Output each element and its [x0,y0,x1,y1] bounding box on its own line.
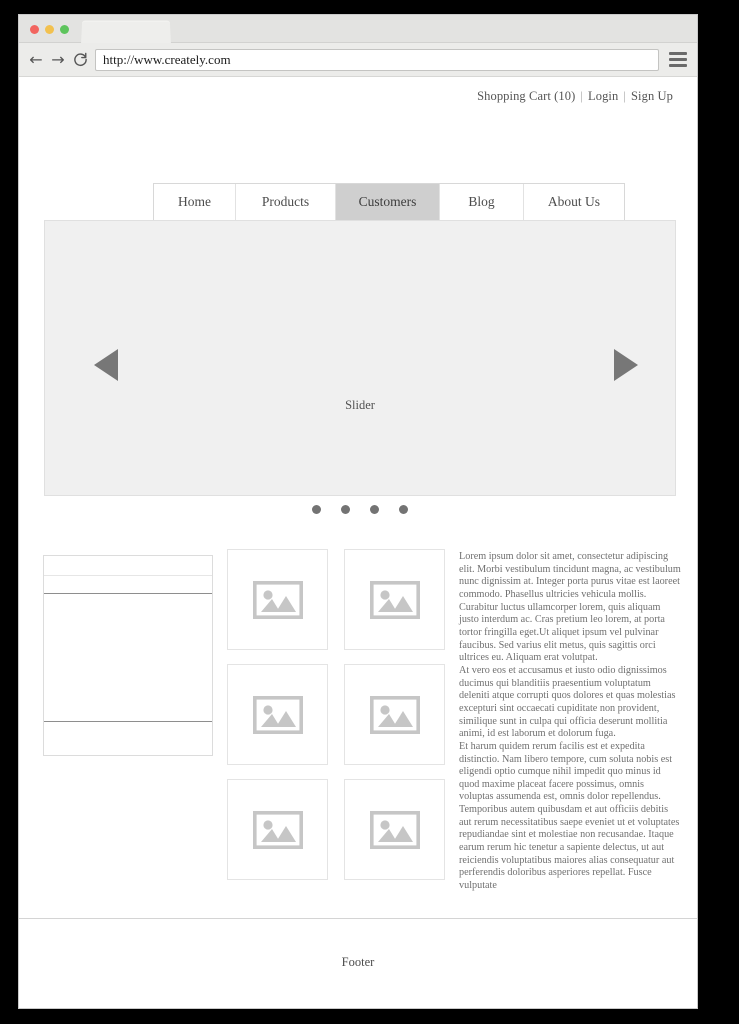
footer-label: Footer [341,955,375,969]
image-placeholder-icon [369,695,420,734]
page-footer: Footer [19,919,697,1007]
nav-item-customers[interactable]: Customers [336,184,440,220]
shopping-cart-link[interactable]: Shopping Cart (10) [477,89,575,103]
sidebar-footer-row[interactable] [44,722,212,753]
article-paragraph: Et harum quidem rerum facilis est et exp… [459,740,680,892]
browser-tab[interactable] [81,20,171,44]
utility-separator-2: | [623,89,626,103]
image-thumbnail[interactable] [227,779,328,880]
slider-dot[interactable] [399,505,408,514]
sidebar-body[interactable] [44,594,212,722]
slider-label: Slider [345,398,375,412]
image-placeholder-icon [369,810,420,849]
article-paragraph: Lorem ipsum dolor sit amet, consectetur … [459,551,681,664]
slider-dot[interactable] [341,505,350,514]
slider-pagination-dots [44,505,676,514]
back-arrow-icon[interactable]: ← [25,49,47,71]
window-controls [30,25,69,34]
image-placeholder-icon [252,695,303,734]
image-thumbnail[interactable] [227,664,328,765]
close-window-button[interactable] [30,25,39,34]
hamburger-menu-icon[interactable] [665,48,691,72]
content-region: Lorem ipsum dolor sit amet, consectetur … [19,539,697,918]
reload-icon[interactable] [69,49,91,71]
article-text-column: Lorem ipsum dolor sit amet, consectetur … [459,551,681,893]
utility-links: Shopping Cart (10) | Login | Sign Up [477,89,673,104]
slider-dot[interactable] [370,505,379,514]
image-thumbnail[interactable] [344,779,445,880]
slider-prev-arrow-icon[interactable] [94,349,118,381]
browser-window: ← → http://www.creately.com Shopping Car… [18,14,698,1009]
nav-item-about-us[interactable]: About Us [524,184,624,220]
nav-item-home[interactable]: Home [154,184,236,220]
login-link[interactable]: Login [588,89,618,103]
image-thumbnail[interactable] [344,549,445,650]
sidebar-row[interactable] [44,576,212,594]
maximize-window-button[interactable] [60,25,69,34]
screenshot-root: ← → http://www.creately.com Shopping Car… [0,0,739,1024]
browser-title-bar [19,15,697,44]
minimize-window-button[interactable] [45,25,54,34]
forward-arrow-icon[interactable]: → [47,49,69,71]
sidebar-panel [43,555,213,756]
image-thumbnail[interactable] [344,664,445,765]
sidebar-row[interactable] [44,556,212,576]
image-placeholder-icon [369,580,420,619]
nav-item-products[interactable]: Products [236,184,336,220]
signup-link[interactable]: Sign Up [631,89,673,103]
article-paragraph: At vero eos et accusamus et iusto odio d… [459,664,676,740]
nav-item-blog[interactable]: Blog [440,184,524,220]
image-thumbnail[interactable] [227,549,328,650]
address-bar-text: http://www.creately.com [103,51,231,67]
hero-slider[interactable]: Slider [44,220,676,496]
slider-dot[interactable] [312,505,321,514]
utility-separator-1: | [580,89,583,103]
page-viewport: Shopping Cart (10) | Login | Sign Up Home Pr… [19,77,697,1007]
main-navigation: Home Products Customers Blog About Us [153,183,625,221]
address-bar[interactable]: http://www.creately.com [95,48,659,71]
image-placeholder-icon [252,580,303,619]
slider-next-arrow-icon[interactable] [614,349,638,381]
browser-toolbar: ← → http://www.creately.com [19,43,697,77]
image-placeholder-icon [252,810,303,849]
thumbnail-grid [227,549,445,880]
